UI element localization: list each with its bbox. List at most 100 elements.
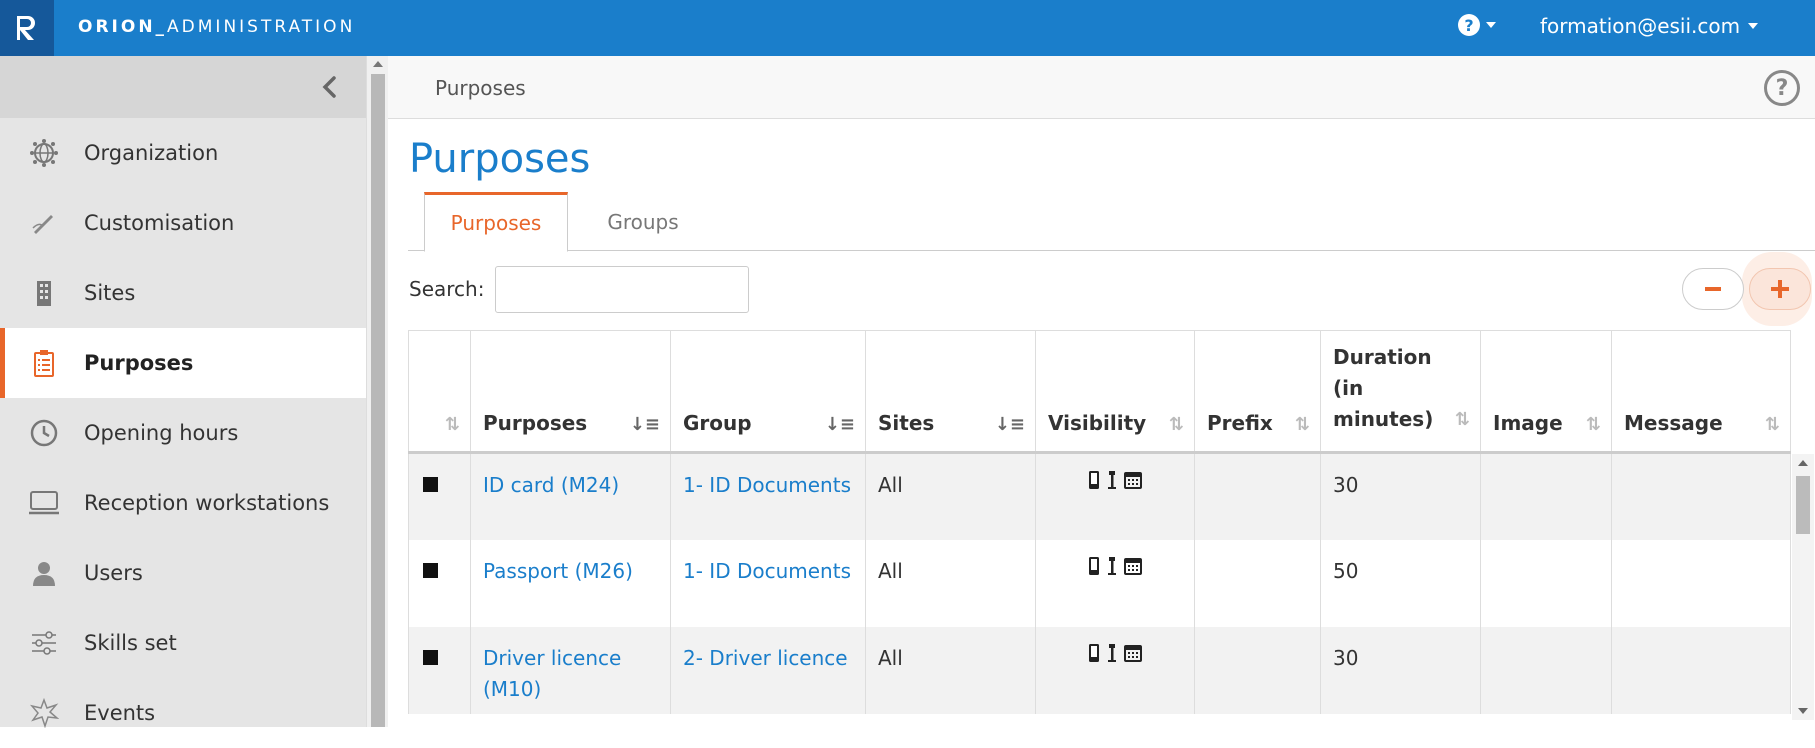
search-label: Search:: [409, 277, 485, 301]
sidebar-item-label: Purposes: [84, 351, 194, 375]
sidebar-item-label: Opening hours: [84, 421, 239, 445]
sidebar-item-label: Skills set: [84, 631, 177, 655]
sidebar-item-users[interactable]: Users: [0, 538, 366, 608]
group-link[interactable]: 2- Driver licence: [683, 646, 848, 670]
sidebar-item-customisation[interactable]: Customisation: [0, 188, 366, 258]
sidebar-item-label: Customisation: [84, 211, 235, 235]
scrollbar-thumb[interactable]: [1796, 476, 1810, 534]
visibility-cell: [1035, 452, 1195, 540]
tab-groups[interactable]: Groups: [583, 192, 703, 251]
clipboard-icon: [28, 349, 60, 377]
row-select-checkbox[interactable]: [423, 477, 438, 492]
prefix-cell: [1194, 626, 1321, 714]
table-row[interactable]: Driver licence (M10) 2- Driver licence A…: [408, 626, 1791, 714]
mobile-phone-icon: [1089, 643, 1099, 662]
calendar-icon: [1124, 472, 1142, 489]
sort-icon: ⇅: [1294, 414, 1310, 435]
column-header-visibility[interactable]: Visibility ⇅: [1035, 330, 1195, 454]
plus-icon: [1771, 280, 1789, 298]
column-header-purposes[interactable]: Purposes ↓≡: [470, 330, 671, 454]
image-cell: [1480, 452, 1612, 540]
group-cell: 1- ID Documents: [670, 452, 866, 540]
purposes-table-container: ⇅ Purposes ↓≡ Group ↓≡ Sites ↓≡ Visibility ⇅…: [408, 330, 1815, 720]
caret-down-icon: [1748, 23, 1759, 29]
caret-down-icon: [1486, 22, 1496, 28]
column-header-prefix[interactable]: Prefix ⇅: [1194, 330, 1321, 454]
scrollbar-thumb[interactable]: [371, 74, 385, 727]
message-cell: [1611, 539, 1791, 627]
sidebar-item-label: Users: [84, 561, 143, 585]
sidebar-item-label: Reception workstations: [84, 491, 330, 515]
row-select-checkbox[interactable]: [423, 649, 438, 665]
group-cell: 1- ID Documents: [670, 539, 866, 627]
visibility-cell: [1035, 539, 1195, 627]
building-icon: [28, 279, 60, 307]
column-header-sites[interactable]: Sites ↓≡: [865, 330, 1036, 454]
sidebar-item-label: Sites: [84, 281, 136, 305]
table-row[interactable]: Passport (M26) 1- ID Documents All 50: [408, 539, 1791, 627]
remove-button[interactable]: [1682, 268, 1744, 310]
message-cell: [1611, 626, 1791, 714]
column-header-group[interactable]: Group ↓≡: [670, 330, 866, 454]
group-link[interactable]: 1- ID Documents: [683, 559, 851, 583]
column-header-message[interactable]: Message ⇅: [1611, 330, 1791, 454]
sidebar-item-purposes[interactable]: Purposes: [0, 328, 366, 398]
search-input[interactable]: [495, 266, 749, 313]
logo-r-icon: [17, 16, 35, 40]
app-title-bold: ORION_: [78, 17, 168, 37]
page-title: Purposes: [409, 136, 591, 182]
row-select-checkbox[interactable]: [423, 562, 438, 578]
sort-icon: ⇅: [1585, 414, 1601, 435]
sidebar-item-sites[interactable]: Sites: [0, 258, 366, 328]
purpose-cell: Driver licence (M10): [470, 626, 671, 714]
purpose-link[interactable]: Passport (M26): [483, 559, 633, 583]
scroll-up-icon[interactable]: [1798, 460, 1808, 466]
purpose-cell: Passport (M26): [470, 539, 671, 627]
kiosk-icon: [1108, 643, 1116, 662]
monitor-icon: [28, 489, 60, 517]
app-logo[interactable]: [0, 0, 54, 56]
table-row[interactable]: ID card (M24) 1- ID Documents All 30: [408, 452, 1791, 540]
sliders-icon: [28, 629, 60, 657]
kiosk-icon: [1108, 471, 1116, 489]
breadcrumb: Purposes: [435, 76, 526, 100]
sidebar-item-reception-workstations[interactable]: Reception workstations: [0, 468, 366, 538]
duration-cell: 30: [1320, 452, 1481, 540]
sidebar-item-skills-set[interactable]: Skills set: [0, 608, 366, 678]
app-title: ORION_ADMINISTRATION: [78, 17, 355, 37]
sidebar-header: [0, 56, 366, 118]
sidebar-item-events[interactable]: Events: [0, 678, 366, 748]
tab-purposes[interactable]: Purposes: [424, 192, 568, 252]
sidebar-nav: Organization Customisation Sites Purpose…: [0, 118, 366, 748]
group-link[interactable]: 1- ID Documents: [683, 473, 851, 497]
row-select-cell[interactable]: [408, 626, 471, 714]
sidebar-scrollbar[interactable]: [366, 56, 388, 727]
column-header-duration[interactable]: Duration (in minutes) ⇅: [1320, 330, 1481, 454]
minus-icon: [1705, 287, 1721, 291]
column-header-select[interactable]: ⇅: [408, 330, 471, 454]
table-header-row: ⇅ Purposes ↓≡ Group ↓≡ Sites ↓≡ Visibility ⇅…: [408, 330, 1791, 454]
sites-cell: All: [865, 539, 1036, 627]
sidebar-item-opening-hours[interactable]: Opening hours: [0, 398, 366, 468]
prefix-cell: [1194, 539, 1321, 627]
table-scrollbar[interactable]: [1792, 454, 1814, 720]
user-menu[interactable]: formation@esii.com: [1540, 14, 1759, 38]
question-circle-icon[interactable]: ?: [1764, 70, 1800, 106]
purpose-link[interactable]: Driver licence (M10): [483, 646, 621, 701]
scroll-down-icon[interactable]: [1798, 708, 1808, 714]
column-header-image[interactable]: Image ⇅: [1480, 330, 1612, 454]
help-menu[interactable]: ?: [1458, 14, 1496, 36]
mobile-phone-icon: [1089, 471, 1099, 489]
app-title-rest: ADMINISTRATION: [167, 17, 356, 37]
row-select-cell[interactable]: [408, 539, 471, 627]
purpose-link[interactable]: ID card (M24): [483, 473, 619, 497]
chevron-left-icon: [322, 76, 336, 98]
sidebar-item-organization[interactable]: Organization: [0, 118, 366, 188]
row-select-cell[interactable]: [408, 452, 471, 540]
user-icon: [28, 559, 60, 587]
collapse-sidebar-button[interactable]: [318, 74, 342, 100]
add-button[interactable]: [1749, 268, 1811, 310]
scroll-up-icon[interactable]: [373, 61, 383, 67]
tab-bar: Purposes Groups: [408, 192, 1815, 252]
visibility-cell: [1035, 626, 1195, 714]
